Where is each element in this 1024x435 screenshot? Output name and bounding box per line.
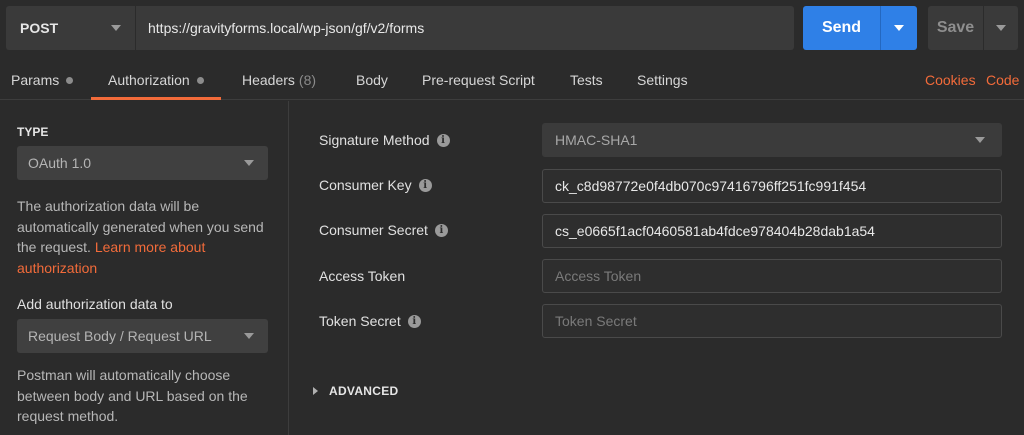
add-auth-description: Postman will automatically choose betwee… [17, 367, 248, 424]
add-auth-heading: Add authorization data to [17, 296, 173, 312]
save-button[interactable]: Save [928, 6, 984, 50]
tab-label: Headers [242, 72, 295, 88]
type-heading: TYPE [17, 125, 49, 139]
chevron-down-icon [975, 137, 985, 143]
send-options-button[interactable] [881, 6, 917, 50]
token-secret-label: Token Secret i [319, 313, 421, 329]
info-icon[interactable]: i [418, 178, 432, 192]
access-token-label: Access Token [319, 268, 405, 284]
tab-label: Settings [637, 72, 688, 88]
tab-label: Body [356, 72, 388, 88]
token-secret-label-text: Token Secret [319, 313, 401, 329]
signature-method-label: Signature Method i [319, 132, 450, 148]
auth-type-panel: TYPE OAuth 1.0 The authorization data wi… [0, 101, 289, 435]
advanced-label: ADVANCED [329, 384, 399, 398]
info-icon[interactable]: i [434, 223, 448, 237]
request-bar: POST https://gravityforms.local/wp-json/… [6, 6, 794, 50]
send-button[interactable]: Send [803, 6, 881, 50]
save-button-group: Save [928, 6, 1018, 50]
auth-type-value: OAuth 1.0 [28, 155, 92, 171]
status-dot-icon [196, 76, 204, 84]
send-button-group: Send [803, 6, 917, 50]
access-token-input[interactable]: Access Token [542, 259, 1002, 293]
add-auth-value: Request Body / Request URL [28, 328, 212, 344]
code-link[interactable]: Code [986, 60, 1019, 100]
method-label: POST [20, 20, 59, 36]
status-dot-icon [66, 76, 74, 84]
tab-settings[interactable]: Settings [637, 60, 688, 100]
chevron-down-icon [996, 25, 1006, 31]
auth-type-select[interactable]: OAuth 1.0 [17, 146, 268, 180]
consumer-key-label: Consumer Key i [319, 177, 432, 193]
tab-pre-request-script[interactable]: Pre-request Script [422, 60, 535, 100]
tab-tests[interactable]: Tests [570, 60, 603, 100]
active-tab-indicator [91, 97, 221, 100]
access-token-label-text: Access Token [319, 268, 406, 284]
consumer-key-label-text: Consumer Key [319, 177, 412, 193]
signature-method-select[interactable]: HMAC-SHA1 [542, 123, 1002, 157]
add-auth-select[interactable]: Request Body / Request URL [17, 319, 268, 353]
method-select[interactable]: POST [6, 6, 136, 50]
advanced-toggle[interactable]: ADVANCED [313, 384, 399, 398]
signature-method-label-text: Signature Method [319, 132, 430, 148]
info-icon[interactable]: i [407, 314, 421, 328]
auth-description: The authorization data will be automatic… [17, 196, 272, 278]
tab-body[interactable]: Body [356, 60, 388, 100]
tab-label: Params [11, 72, 60, 88]
tab-label: Tests [570, 72, 603, 88]
tab-headers[interactable]: Headers (8) [242, 60, 316, 100]
headers-count: (8) [298, 72, 317, 88]
consumer-secret-label: Consumer Secret i [319, 222, 448, 238]
url-input[interactable]: https://gravityforms.local/wp-json/gf/v2… [136, 6, 794, 50]
consumer-secret-input[interactable]: cs_e0665f1acf0460581ab4fdce978404b28dab1… [542, 214, 1002, 248]
consumer-key-input[interactable]: ck_c8d98772e0f4db070c97416796ff251fc991f… [542, 169, 1002, 203]
tab-label: Pre-request Script [422, 72, 535, 88]
save-options-button[interactable] [984, 6, 1018, 50]
request-tabs: Params Authorization Headers (8) Body Pre… [0, 60, 1024, 100]
chevron-down-icon [894, 25, 904, 31]
info-icon[interactable]: i [436, 133, 450, 147]
cookies-link[interactable]: Cookies [925, 60, 976, 100]
tab-authorization[interactable]: Authorization [108, 60, 204, 100]
chevron-right-icon [313, 387, 318, 395]
chevron-down-icon [244, 160, 254, 166]
tab-params[interactable]: Params [11, 60, 74, 100]
consumer-secret-label-text: Consumer Secret [319, 222, 428, 238]
signature-method-value: HMAC-SHA1 [555, 132, 638, 148]
tab-label: Authorization [108, 72, 190, 88]
chevron-down-icon [111, 25, 121, 31]
token-secret-input[interactable]: Token Secret [542, 304, 1002, 338]
chevron-down-icon [244, 333, 254, 339]
